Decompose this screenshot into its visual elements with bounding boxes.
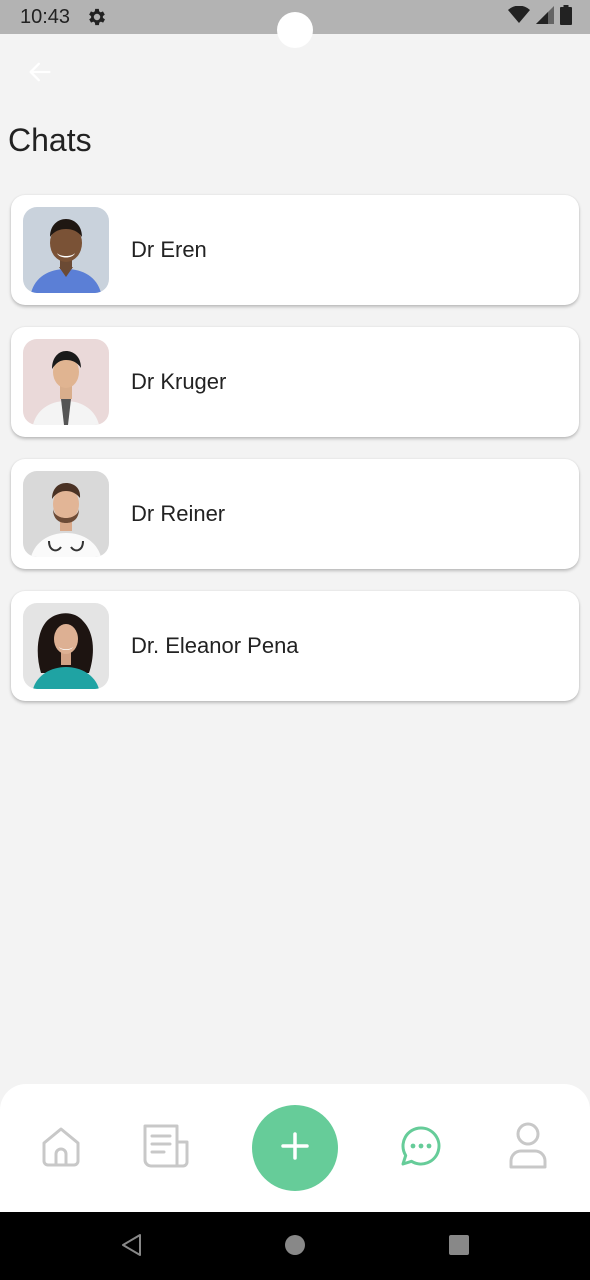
chat-name: Dr. Eleanor Pena (131, 633, 299, 658)
avatar (23, 207, 109, 293)
back-triangle-icon (120, 1233, 142, 1262)
battery-icon (560, 4, 572, 30)
chat-name: Dr Eren (131, 237, 207, 262)
back-button[interactable] (24, 58, 56, 90)
page-title: Chats (8, 122, 92, 158)
signal-icon (536, 5, 554, 29)
add-icon (280, 1131, 310, 1166)
recents-square-icon (448, 1234, 470, 1261)
chat-icon (399, 1124, 443, 1173)
bottom-nav (0, 1084, 590, 1212)
home-icon (39, 1124, 83, 1173)
news-icon (142, 1122, 192, 1175)
nav-news[interactable] (143, 1122, 191, 1174)
wifi-icon (508, 5, 530, 29)
avatar (23, 603, 109, 689)
profile-icon (507, 1121, 549, 1176)
chat-name: Dr Kruger (131, 369, 227, 394)
avatar (23, 471, 109, 557)
home-circle-icon (284, 1234, 306, 1261)
camera-cutout (277, 12, 313, 48)
chat-list: Dr Eren Dr Kruger Dr Reiner Dr. Eleanor … (11, 195, 579, 723)
status-icons (508, 4, 572, 30)
arrow-left-icon (26, 58, 54, 91)
avatar (23, 339, 109, 425)
nav-home[interactable] (37, 1122, 85, 1174)
system-recents-button[interactable] (446, 1234, 472, 1260)
chat-item-dr-eleanor-pena[interactable]: Dr. Eleanor Pena (11, 591, 579, 701)
gear-icon (86, 6, 108, 28)
chat-name: Dr Reiner (131, 501, 226, 526)
system-nav-bar (0, 1212, 590, 1280)
chat-item-dr-kruger[interactable]: Dr Kruger (11, 327, 579, 437)
system-home-button[interactable] (282, 1234, 308, 1260)
chat-item-dr-eren[interactable]: Dr Eren (11, 195, 579, 305)
system-back-button[interactable] (118, 1233, 144, 1262)
nav-chat[interactable] (397, 1122, 445, 1174)
nav-profile[interactable] (504, 1122, 552, 1174)
status-time: 10:43 (20, 6, 71, 28)
chat-item-dr-reiner[interactable]: Dr Reiner (11, 459, 579, 569)
add-button[interactable] (252, 1105, 338, 1191)
